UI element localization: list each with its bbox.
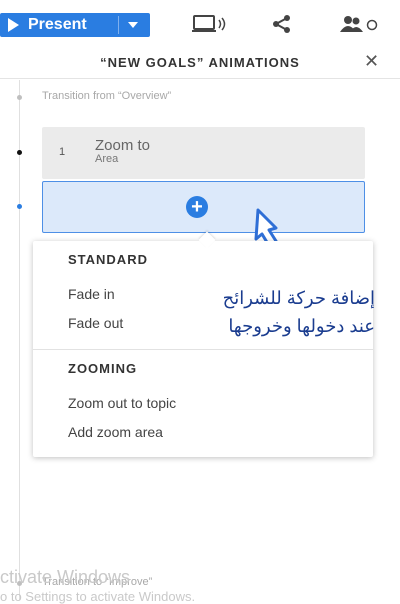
menu-item-fade-out[interactable]: Fade out bbox=[68, 315, 123, 331]
close-icon[interactable]: ✕ bbox=[364, 51, 379, 72]
dropdown-pointer bbox=[198, 231, 216, 249]
timeline-dot-active bbox=[17, 150, 22, 155]
animation-title: Zoom to bbox=[95, 137, 151, 154]
timeline-dot bbox=[17, 95, 22, 100]
transition-from-label: Transition from “Overview” bbox=[42, 90, 172, 102]
add-animation-button[interactable]: + bbox=[42, 181, 365, 233]
button-divider bbox=[118, 16, 119, 34]
panel-title: “NEW GOALS” ANIMATIONS bbox=[100, 55, 300, 70]
header-divider bbox=[0, 78, 400, 79]
zooming-heading: ZOOMING bbox=[68, 361, 138, 376]
collaborators-icon[interactable] bbox=[338, 15, 380, 33]
plus-icon[interactable]: + bbox=[186, 196, 208, 218]
broadcast-icon[interactable] bbox=[192, 14, 228, 34]
menu-item-zoom-out-to-topic[interactable]: Zoom out to topic bbox=[68, 395, 176, 411]
standard-heading: STANDARD bbox=[68, 252, 148, 267]
annotation-line-1: إضافة حركة للشرائح bbox=[222, 288, 375, 308]
top-toolbar: Present bbox=[0, 0, 400, 48]
annotation-line-2: عند دخولها وخروجها bbox=[228, 316, 375, 336]
animation-subtitle: Area bbox=[95, 153, 119, 165]
play-icon bbox=[8, 18, 19, 32]
menu-item-fade-in[interactable]: Fade in bbox=[68, 286, 115, 302]
activation-watermark-sub: o to Settings to activate Windows. bbox=[0, 589, 196, 604]
timeline-dot-selected bbox=[17, 204, 22, 209]
present-label: Present bbox=[28, 16, 87, 33]
menu-divider bbox=[33, 349, 373, 350]
chevron-down-icon[interactable] bbox=[128, 22, 138, 28]
animation-number: 1 bbox=[59, 146, 66, 158]
share-icon[interactable] bbox=[272, 15, 292, 33]
animation-dropdown-menu: STANDARD Fade in Fade out ZOOMING Zoom o… bbox=[33, 231, 373, 457]
present-button[interactable]: Present bbox=[0, 13, 150, 37]
menu-item-add-zoom-area[interactable]: Add zoom area bbox=[68, 424, 163, 440]
timeline-line bbox=[19, 80, 20, 600]
activation-watermark: ctivate Windows bbox=[0, 567, 131, 587]
animation-item[interactable]: 1 Zoom to Area bbox=[42, 127, 365, 179]
